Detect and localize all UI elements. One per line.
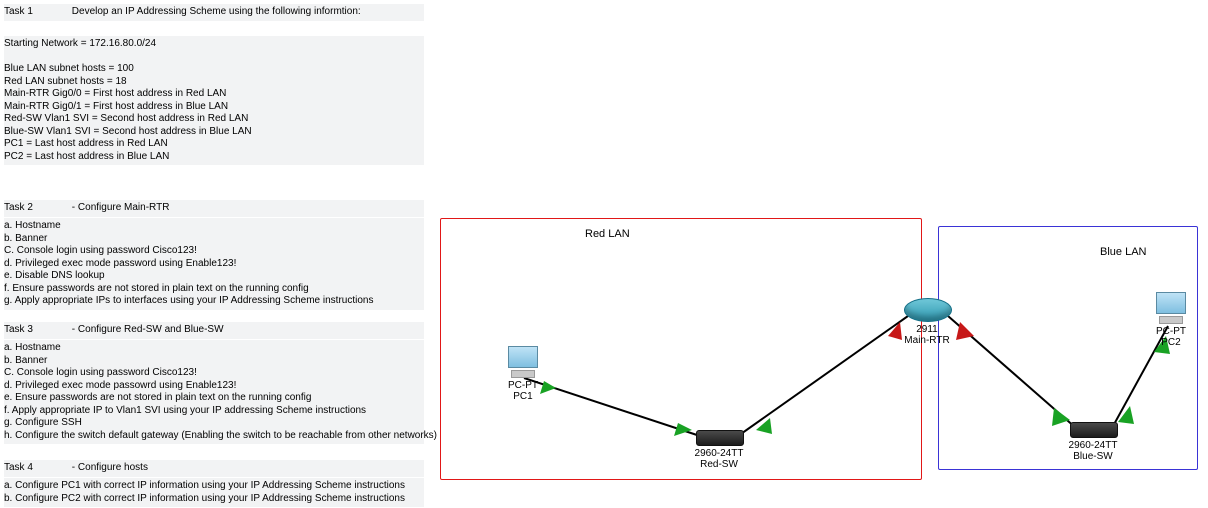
page-root: Task 1 Develop an IP Addressing Scheme u…	[0, 0, 1208, 508]
network-diagram: Red LAN Blue LAN PC-PT PC1 2960	[440, 218, 1200, 508]
pc-icon[interactable]	[1154, 292, 1188, 324]
task1-body: Starting Network = 172.16.80.0/24 Blue L…	[4, 36, 424, 165]
task4-body: a. Configure PC1 with correct IP informa…	[4, 478, 424, 507]
switch-icon[interactable]	[1070, 422, 1116, 438]
blue-sw-label: 2960-24TT Blue-SW	[1060, 440, 1126, 462]
task2-body: a. Hostname b. Banner C. Console login u…	[4, 218, 424, 310]
main-rtr-label: 2911 Main-RTR	[898, 324, 956, 346]
pc-icon[interactable]	[506, 346, 540, 378]
task4-header: Task 4 - Configure hosts	[4, 460, 424, 477]
task3-header: Task 3 - Configure Red-SW and Blue-SW	[4, 322, 424, 339]
pc2-label: PC-PT PC2	[1148, 326, 1194, 348]
task1-header: Task 1 Develop an IP Addressing Scheme u…	[4, 4, 424, 21]
task2-header: Task 2 - Configure Main-RTR	[4, 200, 424, 217]
red-sw-label: 2960-24TT Red-SW	[686, 448, 752, 470]
router-icon[interactable]	[904, 298, 950, 322]
pc1-label: PC-PT PC1	[500, 380, 546, 402]
link-lines	[440, 218, 1200, 508]
task3-body: a. Hostname b. Banner C. Console login u…	[4, 340, 424, 444]
switch-icon[interactable]	[696, 430, 742, 446]
